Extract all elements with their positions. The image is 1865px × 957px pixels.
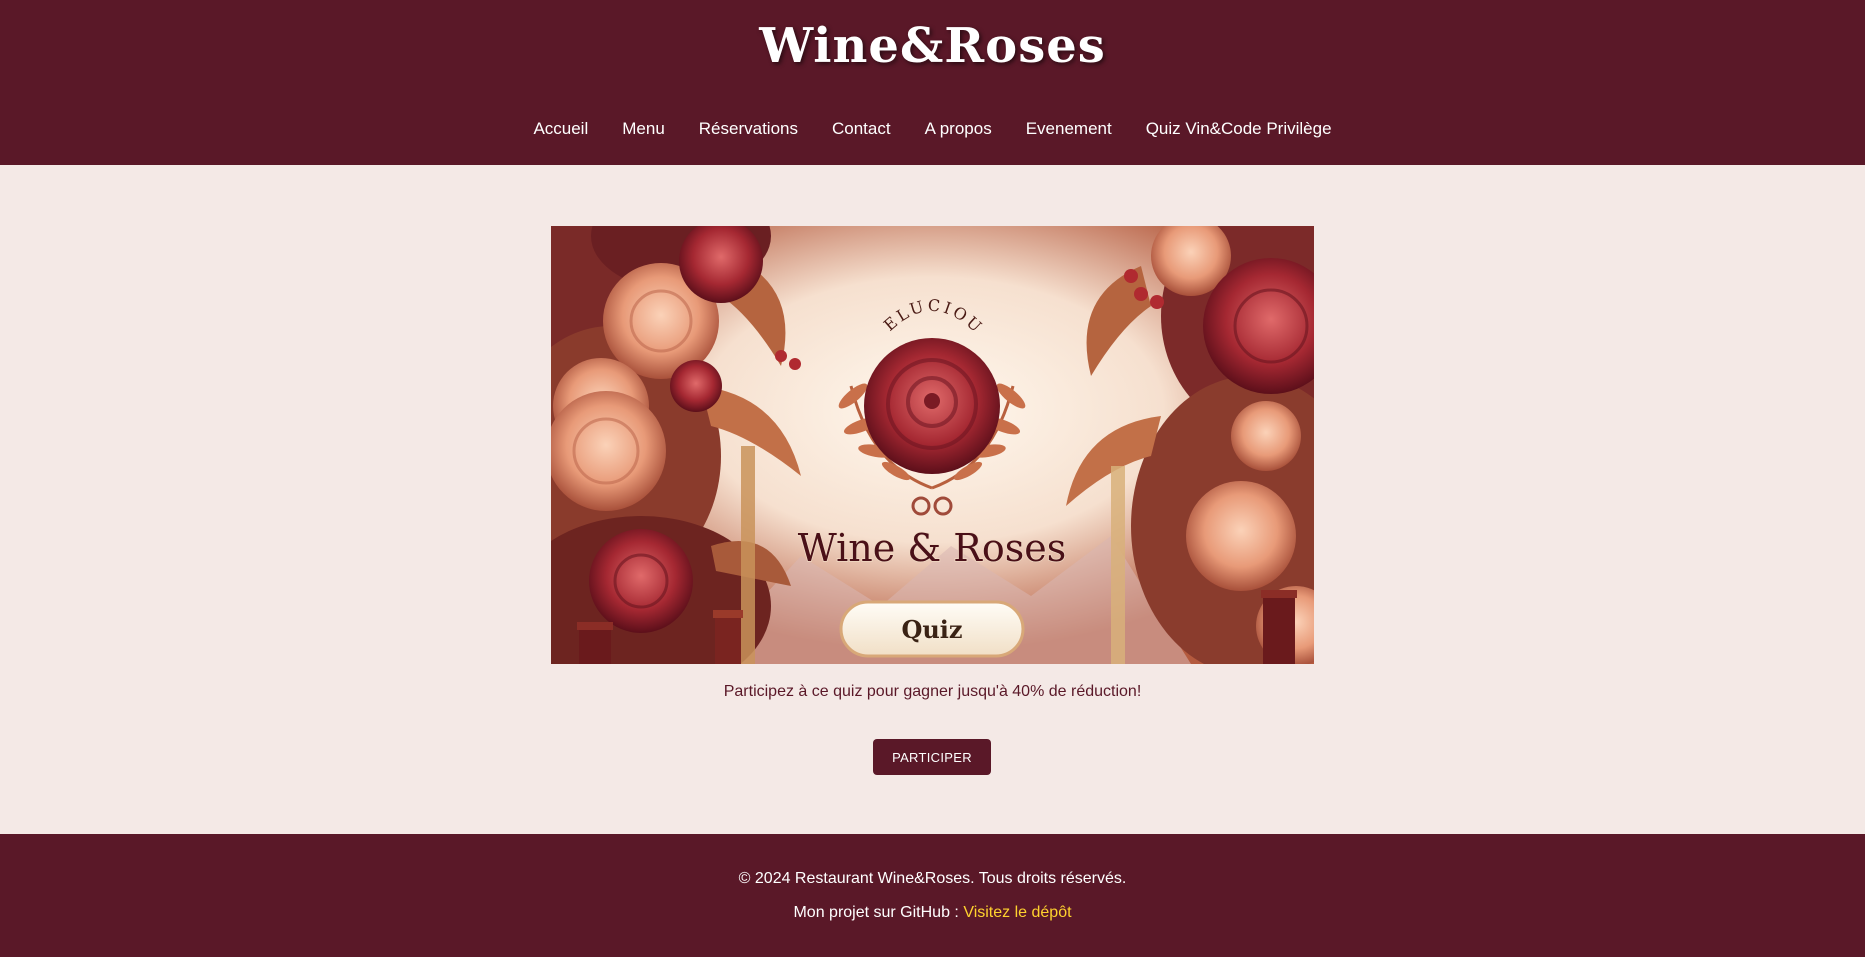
github-prefix: Mon projet sur GitHub : bbox=[793, 904, 964, 921]
main-content: WELUCIOUR Wine & Roses Quiz Participez à… bbox=[0, 165, 1865, 834]
copyright-text: © 2024 Restaurant Wine&Roses. Tous droit… bbox=[738, 870, 1127, 887]
main-nav: Accueil Menu Réservations Contact A prop… bbox=[0, 119, 1865, 139]
nav-evenement[interactable]: Evenement bbox=[1026, 119, 1112, 139]
nav-menu[interactable]: Menu bbox=[622, 119, 665, 139]
hero-title-text: Wine & Roses bbox=[798, 526, 1066, 570]
site-footer: © 2024 Restaurant Wine&Roses. Tous droit… bbox=[0, 834, 1865, 957]
nav-reservations[interactable]: Réservations bbox=[699, 119, 798, 139]
promo-text: Participez à ce quiz pour gagner jusqu'à… bbox=[723, 683, 1142, 700]
site-header: Wine&Roses Accueil Menu Réservations Con… bbox=[0, 0, 1865, 165]
github-line: Mon projet sur GitHub : Visitez le dépôt bbox=[0, 904, 1865, 922]
quiz-hero-image: WELUCIOUR Wine & Roses Quiz bbox=[551, 226, 1314, 664]
site-title: Wine&Roses bbox=[759, 18, 1106, 74]
github-repo-link[interactable]: Visitez le dépôt bbox=[963, 904, 1071, 921]
nav-accueil[interactable]: Accueil bbox=[533, 119, 588, 139]
nav-quiz[interactable]: Quiz Vin&Code Privilège bbox=[1146, 119, 1332, 139]
hero-quiz-label: Quiz bbox=[901, 615, 962, 644]
participate-button[interactable]: PARTICIPER bbox=[873, 739, 991, 775]
nav-contact[interactable]: Contact bbox=[832, 119, 891, 139]
nav-a-propos[interactable]: A propos bbox=[925, 119, 992, 139]
